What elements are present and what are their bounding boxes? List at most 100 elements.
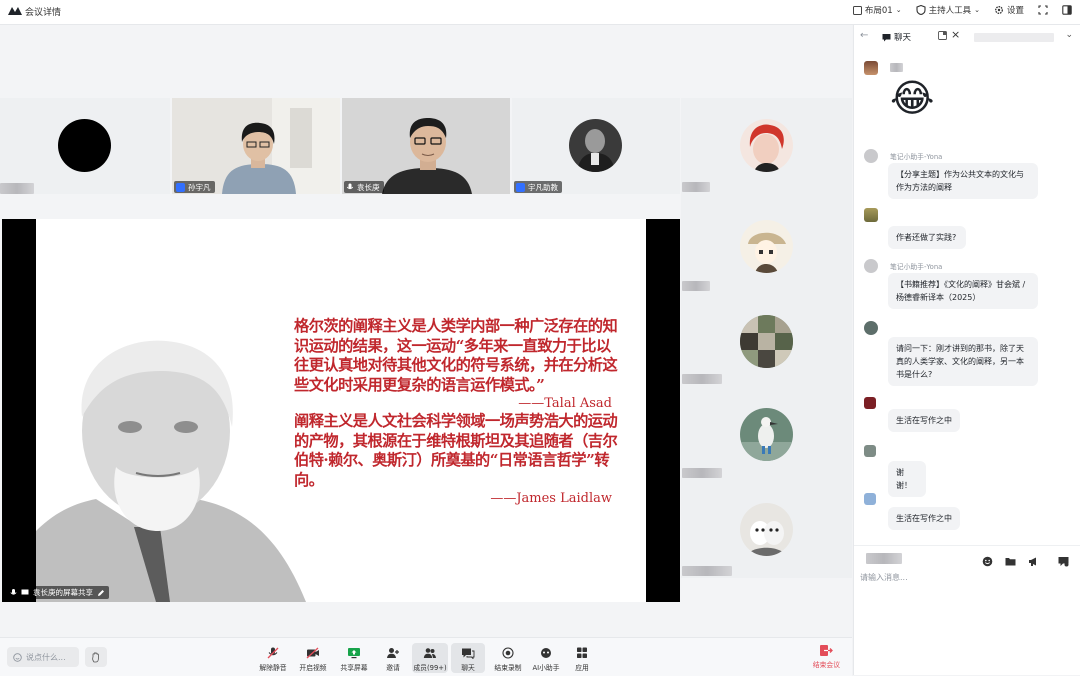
avatar	[864, 493, 876, 505]
screen-share-icon	[21, 589, 29, 595]
avatar[interactable]	[740, 315, 793, 368]
microphone-muted-icon	[267, 647, 279, 659]
hand-icon	[91, 651, 99, 662]
chevron-down-icon: ⌄	[895, 6, 902, 14]
panel-icon	[1062, 5, 1072, 15]
share-label: 袁长庚的屏幕共享	[6, 586, 109, 599]
megaphone-icon[interactable]	[1028, 552, 1039, 571]
members-label: 成员(99+)	[413, 664, 447, 672]
gear-icon	[995, 6, 1003, 14]
name-tag-redacted	[0, 183, 34, 194]
members-button[interactable]: 成员(99+)	[412, 643, 448, 673]
chat-tab-label: 聊天	[894, 33, 912, 43]
sharer-name: 袁长庚的屏幕共享	[33, 588, 93, 597]
side-panel-toggle[interactable]	[1062, 5, 1072, 15]
layout-icon	[852, 5, 862, 15]
message-bubble: 生活在写作之中	[888, 409, 960, 432]
app-logo-icon	[8, 7, 22, 15]
recipient-redacted[interactable]	[866, 553, 902, 564]
message-bubble: 【书籍推荐】《文化的阐释》甘会斌 / 杨德睿新译本（2025）	[888, 273, 1038, 309]
meeting-stage: 孙宇凡 袁长庚 宇凡助教 格尔茨的阐释主义是人类学内部一种广泛存在的知识运动的结…	[0, 25, 852, 637]
folder-icon[interactable]	[1005, 552, 1016, 571]
chevron-down-icon: ⌄	[974, 6, 980, 14]
unmute-label: 解除静音	[259, 664, 287, 672]
participant-name: 孙宇凡	[188, 182, 211, 192]
user-icon	[176, 182, 185, 192]
fullscreen-button[interactable]	[1038, 5, 1048, 15]
chat-panel: ← 聊天 × ⌄ 😂 笔记小助手-Yona 【分享主题】作为公共文本的文化与作为…	[853, 25, 1080, 675]
name-tag-redacted	[682, 468, 722, 478]
participant-tile-column	[681, 98, 852, 578]
participant-tile-blank[interactable]	[0, 98, 170, 194]
ai-assistant-button[interactable]: AI小助手	[526, 643, 566, 673]
chevron-down-icon[interactable]: ⌄	[1065, 30, 1073, 40]
participant-tile-avatar[interactable]: 宇凡助教	[512, 98, 680, 194]
start-video-label: 开启视频	[299, 664, 327, 672]
quote-attribution: ——Talal Asad	[518, 396, 612, 411]
message-bubble: 请问一下：刚才讲到的那书，除了天真的人类学家、文化的阐释，另一本书是什么?	[888, 337, 1038, 386]
shield-icon	[916, 5, 926, 15]
raise-hand-button[interactable]	[85, 647, 107, 667]
chat-settings-icon[interactable]	[1058, 552, 1069, 571]
settings-label: 设置	[1006, 6, 1024, 16]
screen-share: 格尔茨的阐释主义是人类学内部一种广泛存在的知识运动的结果，这一运动“多年来一直致…	[2, 219, 680, 602]
name-tag-redacted	[682, 566, 732, 576]
user-icon	[516, 182, 525, 192]
emoji-icon[interactable]	[982, 552, 993, 571]
participant-tile-video[interactable]: 孙宇凡	[172, 98, 340, 194]
stop-recording-label: 结束录制	[494, 664, 522, 672]
start-video-button[interactable]: 开启视频	[293, 643, 333, 673]
end-meeting-button[interactable]: 结束会议	[813, 644, 840, 669]
members-icon	[423, 648, 436, 658]
settings-button[interactable]: 设置	[994, 4, 1024, 16]
stop-recording-button[interactable]: 结束录制	[488, 643, 528, 673]
exit-icon	[820, 645, 834, 656]
apps-grid-icon	[577, 647, 587, 658]
quote-text: 格尔茨的阐释主义是人类学内部一种广泛存在的知识运动的结果，这一运动“多年来一直致…	[294, 317, 618, 394]
message-bubble: 谢谢！	[888, 461, 926, 497]
chat-tab[interactable]: 聊天	[882, 31, 911, 43]
avatar[interactable]	[740, 503, 793, 556]
smile-icon	[13, 652, 22, 662]
apps-button[interactable]: 应用	[562, 643, 602, 673]
letterbox-right	[646, 219, 680, 602]
participant-tile-speaker[interactable]: 袁长庚	[342, 98, 510, 194]
record-icon	[502, 647, 514, 659]
message-input[interactable]: 请输入消息...	[860, 572, 908, 583]
bottom-toolbar: 说点什么... 解除静音 开启视频 共享屏幕 邀请 成员(99+) 聊天 结束录…	[0, 637, 852, 676]
fullscreen-icon	[1038, 5, 1048, 15]
avatar[interactable]	[740, 119, 793, 172]
message-bubble: 作者还做了实践?	[888, 226, 966, 249]
host-tools-button[interactable]: 主持人工具 ⌄	[916, 4, 980, 16]
say-something-input[interactable]: 说点什么...	[7, 647, 79, 667]
chat-button[interactable]: 聊天	[451, 643, 485, 673]
apps-label: 应用	[575, 664, 589, 672]
sender-name: 笔记小助手-Yona	[890, 153, 943, 161]
sender-name: 笔记小助手-Yona	[890, 263, 943, 271]
chat-composer: 请输入消息...	[854, 545, 1080, 582]
back-icon[interactable]: ←	[860, 30, 868, 41]
popout-icon[interactable]	[938, 31, 947, 43]
participant-video	[172, 98, 340, 194]
avatar[interactable]	[740, 408, 793, 461]
name-tag-redacted	[682, 374, 722, 384]
chat-header: ← 聊天 × ⌄	[854, 25, 1080, 49]
chat-icon	[462, 648, 475, 659]
avatar	[864, 397, 876, 409]
emoji-message: 😂	[890, 76, 935, 120]
quote-attribution: ——James Laidlaw	[490, 491, 612, 506]
host-tools-label: 主持人工具	[928, 6, 972, 16]
close-icon[interactable]: ×	[951, 28, 960, 41]
invite-label: 邀请	[386, 664, 400, 672]
share-screen-button[interactable]: 共享屏幕	[334, 643, 374, 673]
invite-button[interactable]: 邀请	[373, 643, 413, 673]
microphone-icon	[346, 183, 354, 190]
participant-name: 宇凡助教	[528, 182, 558, 192]
avatar	[864, 445, 876, 457]
avatar	[864, 149, 878, 163]
avatar	[864, 61, 878, 75]
name-tag-redacted	[682, 281, 710, 291]
unmute-button[interactable]: 解除静音	[253, 643, 293, 673]
layout-button[interactable]: 布局01 ⌄	[852, 4, 902, 16]
avatar[interactable]	[740, 220, 793, 273]
